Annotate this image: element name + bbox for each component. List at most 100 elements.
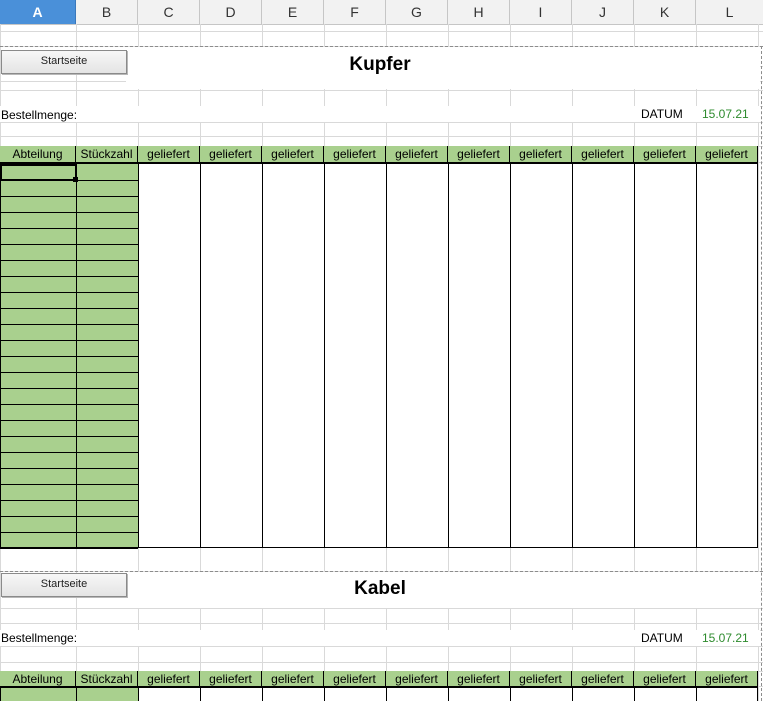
table-column-border: [138, 688, 139, 701]
table-header-cell[interactable]: Abteilung: [0, 146, 76, 162]
column-header-a[interactable]: A: [0, 0, 76, 24]
table-column-border: [386, 688, 387, 701]
table-column-border: [448, 164, 449, 547]
table-row-border: [0, 212, 138, 213]
grid-hline: [0, 608, 763, 609]
table-header-cell[interactable]: Abteilung: [0, 671, 76, 687]
table-row-border: [0, 308, 138, 309]
table-header-cell[interactable]: Stückzahl: [76, 146, 138, 162]
table-column-border: [634, 164, 635, 547]
table-row-border: [0, 196, 138, 197]
datum-label-2: DATUM: [641, 631, 683, 645]
table-row-border: [0, 404, 138, 405]
table-row-border: [0, 228, 138, 229]
table-header-cell[interactable]: geliefert: [324, 146, 386, 162]
column-header-bar: A B C D E F G H I J K L: [0, 0, 763, 25]
table-header-cell[interactable]: geliefert: [138, 146, 200, 162]
table-row-border: [0, 340, 138, 341]
column-header-i[interactable]: I: [510, 0, 572, 24]
table-row-border: [0, 500, 138, 501]
selected-cell[interactable]: [0, 164, 77, 181]
grid-hline: [0, 662, 763, 663]
table-column-border: [757, 164, 758, 547]
table-column-border: [138, 164, 139, 547]
column-header-l[interactable]: L: [696, 0, 763, 24]
table-header-cell[interactable]: geliefert: [572, 671, 634, 687]
bestellmenge-label-2: Bestellmenge:: [1, 631, 78, 645]
table-header-cell[interactable]: geliefert: [634, 671, 696, 687]
table-header-cell[interactable]: geliefert: [386, 671, 448, 687]
table-row-border: [0, 436, 138, 437]
table-header-cell[interactable]: geliefert: [138, 671, 200, 687]
table-column-border: [0, 688, 1, 701]
table-column-border: [572, 164, 573, 547]
green-column-block: [0, 688, 138, 701]
table-column-border: [76, 688, 77, 701]
grid-hline: [0, 31, 763, 32]
fill-handle[interactable]: [73, 177, 78, 182]
section-title-kabel: Kabel: [354, 578, 406, 599]
table-header-cell[interactable]: geliefert: [510, 146, 572, 162]
table-row-border: [0, 548, 138, 549]
table-header-cell[interactable]: geliefert: [386, 146, 448, 162]
table-header-cell[interactable]: geliefert: [200, 671, 262, 687]
table-row-border: [0, 292, 138, 293]
column-header-j[interactable]: J: [572, 0, 634, 24]
table-header-cell[interactable]: geliefert: [262, 146, 324, 162]
table-row-border: [0, 276, 138, 277]
table-row-border: [0, 516, 138, 517]
table-header-cell[interactable]: geliefert: [572, 146, 634, 162]
grid-hline: [0, 623, 763, 624]
grid-hline: [0, 136, 763, 137]
table-row-border: [0, 468, 138, 469]
table-column-border: [200, 164, 201, 547]
table-header-cell[interactable]: geliefert: [696, 671, 758, 687]
table-column-border: [324, 688, 325, 701]
table-row-border: [0, 260, 138, 261]
table-header-cell[interactable]: geliefert: [324, 671, 386, 687]
table-header-cell[interactable]: geliefert: [696, 146, 758, 162]
startseite-button[interactable]: Startseite: [1, 50, 127, 74]
column-header-f[interactable]: F: [324, 0, 386, 24]
table-column-border: [696, 688, 697, 701]
column-header-b[interactable]: B: [76, 0, 138, 24]
table-row-border: [0, 324, 138, 325]
table-header-cell[interactable]: geliefert: [510, 671, 572, 687]
table-column-border: [510, 688, 511, 701]
table-header-cell[interactable]: geliefert: [200, 146, 262, 162]
table-header-cell[interactable]: geliefert: [448, 146, 510, 162]
column-header-c[interactable]: C: [138, 0, 200, 24]
column-header-g[interactable]: G: [386, 0, 448, 24]
table-column-border: [757, 688, 758, 701]
table-column-border: [262, 164, 263, 547]
datum-value-2: 15.07.21: [702, 631, 749, 645]
table-header-cell[interactable]: geliefert: [448, 671, 510, 687]
column-header-h[interactable]: H: [448, 0, 510, 24]
column-header-k[interactable]: K: [634, 0, 696, 24]
section-title-kupfer: Kupfer: [349, 54, 411, 75]
table-header-cell[interactable]: geliefert: [634, 146, 696, 162]
table-header-cell[interactable]: Stückzahl: [76, 671, 138, 687]
table-column-border: [448, 688, 449, 701]
table-column-border: [696, 164, 697, 547]
table-column-border: [324, 164, 325, 547]
datum-value: 15.07.21: [702, 107, 749, 121]
table-row-border: [0, 388, 138, 389]
table-column-border: [262, 688, 263, 701]
table-column-border: [200, 688, 201, 701]
column-header-d[interactable]: D: [200, 0, 262, 24]
table-column-border: [634, 688, 635, 701]
table-row-border: [0, 532, 138, 533]
table-header-cell[interactable]: geliefert: [262, 671, 324, 687]
table-row-border: [0, 452, 138, 453]
table-row-border: [0, 484, 138, 485]
table-column-border: [510, 164, 511, 547]
datum-label: DATUM: [641, 107, 683, 121]
startseite-button-2[interactable]: Startseite: [1, 573, 127, 597]
column-header-e[interactable]: E: [262, 0, 324, 24]
spreadsheet-grid[interactable]: Startseite Kupfer Bestellmenge: DATUM 15…: [0, 24, 763, 701]
table-row-border: [0, 356, 138, 357]
table-row-border: [0, 420, 138, 421]
page-break-line: [761, 46, 762, 701]
grid-hline: [0, 90, 763, 91]
